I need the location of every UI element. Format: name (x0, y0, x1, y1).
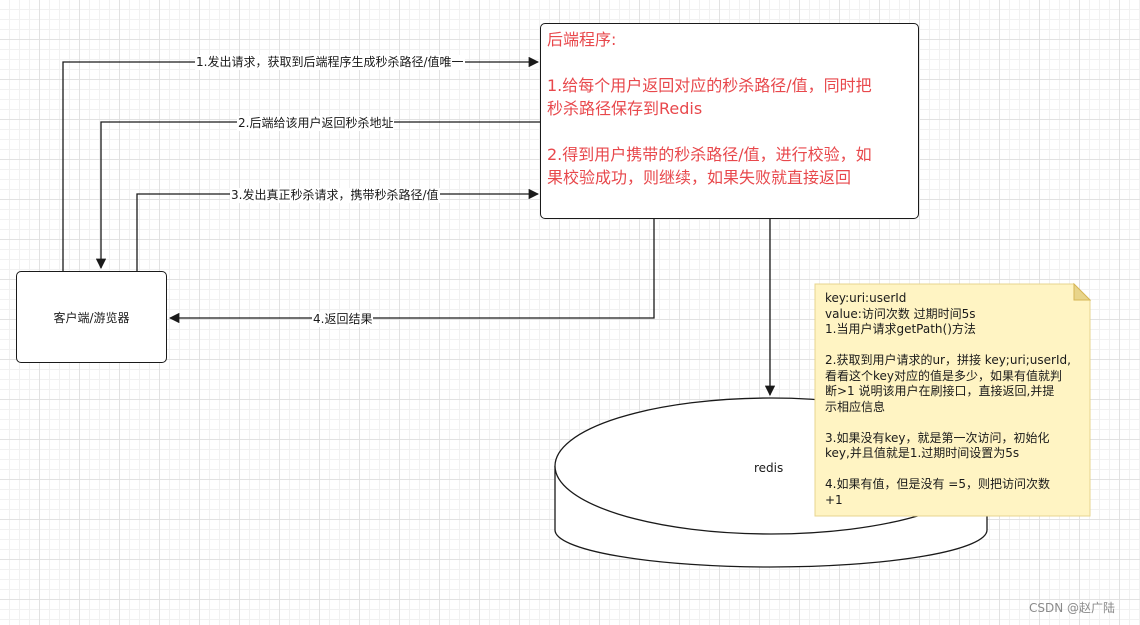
watermark: CSDN @赵广陆 (1029, 601, 1116, 615)
note-line: 1.当用户请求getPath()方法 (825, 322, 976, 336)
backend-step2-line2: 果校验成功，则继续，如果失败就直接返回 (547, 168, 852, 187)
edge-label-request-path: 1.发出请求，获取到后端程序生成秒杀路径/值唯一 (195, 55, 465, 70)
edge-label-real-request: 3.发出真正秒杀请求，携带秒杀路径/值 (230, 188, 440, 203)
note-line: value:访问次数 过期时间5s (825, 306, 976, 321)
edge-request-path (62, 56, 540, 271)
backend-step1-line2: 秒杀路径保存到Redis (547, 99, 703, 118)
note-line: 4.如果有值，但是没有 =5，则把访问次数 (825, 477, 1050, 491)
edge-label-return-result: 4.返回结果 (312, 312, 374, 327)
note-line: key:uri:userId (825, 291, 907, 305)
note-text: key:uri:userId value:访问次数 过期时间5s 1.当用户请求… (825, 291, 1087, 508)
backend-step2-line1: 2.得到用户携带的秒杀路径/值，进行校验，如 (547, 145, 872, 164)
note-line: +1 (825, 492, 843, 507)
note-line: key,并且值就是1.过期时间设置为5s (825, 446, 1020, 460)
edge-real-request (136, 188, 540, 271)
note-line: 看看这个key对应的值是多少，如果有值就判 (825, 368, 1063, 383)
edge-label-return-address: 2.后端给该用户返回秒杀地址 (237, 116, 395, 131)
edge-return-result (168, 219, 655, 324)
backend-step1-line1: 1.给每个用户返回对应的秒杀路径/值，同时把 (547, 76, 872, 95)
client-label: 客户端/游览器 (53, 310, 130, 325)
client-browser-box: 客户端/游览器 (16, 271, 167, 363)
note-line: 断>1 说明该用户在刷接口，直接返回,并提 (825, 384, 1055, 398)
backend-program-box: 后端程序: 1.给每个用户返回对应的秒杀路径/值，同时把 秒杀路径保存到Redi… (540, 23, 919, 219)
redis-label: redis (754, 461, 784, 475)
note-line: 2.获取到用户请求的ur，拼接 key;uri;userId, (825, 353, 1071, 367)
backend-title: 后端程序: (547, 30, 617, 49)
note-line: 3.如果没有key，就是第一次访问，初始化 (825, 430, 1050, 445)
note-line: 示相应信息 (825, 399, 886, 414)
